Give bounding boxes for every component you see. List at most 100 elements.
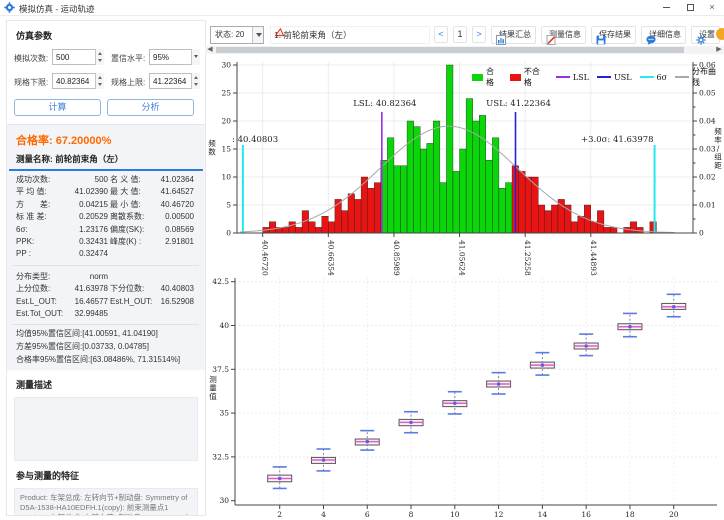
desc-title: 测量描述 — [16, 378, 196, 391]
next-page-button[interactable]: > — [472, 26, 486, 43]
svg-text:41.05624: 41.05624 — [458, 240, 467, 276]
spec-lower-spinner[interactable] — [95, 73, 104, 89]
spec-lower-label: 规格下限: — [14, 77, 48, 88]
app-icon — [4, 2, 15, 13]
stat-label: Est.Tot_OUT: — [16, 308, 58, 320]
svg-text:10: 10 — [221, 173, 231, 182]
stat-label: 标 准 差: — [16, 211, 58, 223]
stat-label: 名 义 值: — [110, 174, 156, 186]
toolbar: <1>结果汇总测量信息保存结果详细信息设置 — [434, 25, 720, 44]
stat-value: 41.63978 — [58, 283, 110, 295]
legend-item: LSL — [556, 73, 589, 82]
stat-label: PPK: — [16, 236, 58, 248]
legend-swatch — [510, 74, 521, 81]
clipped-toolbar-icon[interactable] — [716, 27, 724, 42]
confidence-intervals: 均值95%置信区间:[41.00591, 41.04190]方差95%置信区间:… — [7, 327, 205, 366]
svg-text:12: 12 — [494, 510, 504, 519]
stat-value: 0.04215 — [58, 199, 110, 211]
window-title: 模拟仿真 - 运动轨迹 — [19, 3, 95, 15]
histogram-chart: LSL: 40.82364USL: 41.22364: 40.40803+3.0… — [205, 56, 724, 276]
legend-item: 合格 — [472, 66, 502, 88]
calculate-button[interactable]: 计算 — [14, 99, 101, 116]
stat-value: 500 — [58, 174, 110, 186]
stat-value: norm — [58, 271, 110, 283]
status-combobox[interactable]: 状态: 20 — [210, 26, 264, 44]
stat-label: Est.H_OUT: — [110, 296, 156, 308]
svg-text:+3.0σ: 41.63978: +3.0σ: 41.63978 — [581, 135, 654, 145]
svg-text:40: 40 — [219, 321, 229, 330]
stat-value: 2.91801 — [156, 236, 196, 248]
svg-text:2: 2 — [277, 510, 282, 519]
stat-label: 成功次数: — [16, 174, 58, 186]
stat-value: 0.00500 — [156, 211, 196, 223]
spec-upper-spinner[interactable] — [191, 73, 200, 89]
stat-value: 0.20529 — [58, 211, 110, 223]
svg-text:41.44893: 41.44893 — [589, 240, 598, 276]
stat-label — [110, 308, 156, 320]
svg-text:LSL: 40.82364: LSL: 40.82364 — [353, 99, 416, 109]
confidence-dropdown-arrow[interactable] — [191, 49, 200, 65]
svg-text:18: 18 — [625, 510, 635, 519]
scroll-right-arrow[interactable]: ▶ — [714, 46, 724, 54]
horizontal-scrollbar[interactable]: ◀ ▶ — [205, 46, 724, 54]
legend-swatch — [472, 74, 483, 81]
stat-label: 方 差: — [16, 199, 58, 211]
result-summary-button[interactable]: 结果汇总 — [491, 26, 536, 44]
sim-count-label: 模拟次数: — [14, 53, 48, 64]
legend-swatch — [597, 76, 611, 78]
svg-text:8: 8 — [409, 510, 414, 519]
stat-value: 0.08569 — [156, 224, 196, 236]
result-section: 合格率: 67.20000% 测量名称: 前轮前束角（左） 成功次数:500名 … — [7, 124, 205, 370]
svg-text:10: 10 — [450, 510, 460, 519]
distribution-table: 分布类型:norm上分位数:41.63978下分位数:40.40803Est.L… — [7, 268, 205, 323]
stat-label: 偏度(SK): — [110, 224, 156, 236]
stat-label: 6σ: — [16, 224, 58, 236]
detail-info-button[interactable]: 详细信息 — [641, 26, 686, 44]
svg-text:6: 6 — [365, 510, 370, 519]
stat-value: 16.46577 — [58, 296, 110, 308]
stat-value: 40.46720 — [156, 199, 196, 211]
legend-item: 不合格 — [510, 66, 548, 88]
svg-text:20: 20 — [221, 117, 231, 126]
page-number[interactable]: 1 — [453, 26, 467, 43]
pass-rate: 合格率: 67.20000% — [16, 132, 196, 148]
feature-line: Product: 车架总成: 左转向节+制动盘: Symmetry of D5A… — [20, 493, 192, 512]
close-button[interactable]: × — [702, 1, 722, 14]
stat-value: 41.02364 — [156, 174, 196, 186]
maximize-button[interactable] — [680, 1, 700, 14]
legend-label: 6σ — [657, 73, 668, 82]
minimize-button[interactable] — [656, 1, 676, 14]
legend-swatch — [556, 76, 570, 78]
stat-label — [110, 271, 156, 283]
stat-value: 16.52908 — [156, 296, 196, 308]
svg-text:0.04: 0.04 — [699, 117, 716, 126]
sim-count-spinner[interactable] — [95, 49, 104, 65]
stat-value: 0.32431 — [58, 236, 110, 248]
save-results-button[interactable]: 保存结果 — [591, 26, 636, 44]
stat-label: PP : — [16, 248, 58, 260]
svg-text:频数: 频数 — [208, 138, 216, 157]
chevron-down-icon — [252, 27, 263, 43]
measurement-selector[interactable]: 1: 前轮前束角（左） — [270, 26, 430, 44]
stat-value: 1.23176 — [58, 224, 110, 236]
scroll-left-arrow[interactable]: ◀ — [205, 46, 215, 54]
prev-page-button[interactable]: < — [434, 26, 448, 43]
stat-label: 平 均 值: — [16, 186, 58, 198]
measure-info-button[interactable]: 测量信息 — [541, 26, 586, 44]
legend-item: 6σ — [640, 73, 668, 82]
feature-line: Product: 车架总成: 左转向节+制动盘: Symmetry of D5A… — [20, 513, 192, 516]
spec-upper-label: 规格上限: — [111, 77, 145, 88]
svg-text:41.25258: 41.25258 — [523, 240, 532, 276]
stat-value: 0.32474 — [58, 248, 110, 260]
measure-name: 测量名称: 前轮前束角（左） — [16, 153, 196, 165]
stat-value — [156, 308, 196, 320]
analyze-button[interactable]: 分析 — [107, 99, 194, 116]
scrollbar-thumb[interactable] — [216, 47, 684, 53]
stat-value: 41.64527 — [156, 186, 196, 198]
boxplot-chart: 3032.53537.54042.52468101214161820测量值 — [205, 272, 724, 520]
svg-text:40.46720: 40.46720 — [261, 240, 270, 276]
svg-text:37.5: 37.5 — [212, 365, 229, 374]
stat-label: 最 小 值: — [110, 199, 156, 211]
ci-line: 均值95%置信区间:[41.00591, 41.04190] — [7, 327, 205, 340]
simulation-panel: 仿真参数 模拟次数: 置信水平: 规格下限: 规格上限: 计算 分析 合格率: … — [6, 20, 206, 516]
